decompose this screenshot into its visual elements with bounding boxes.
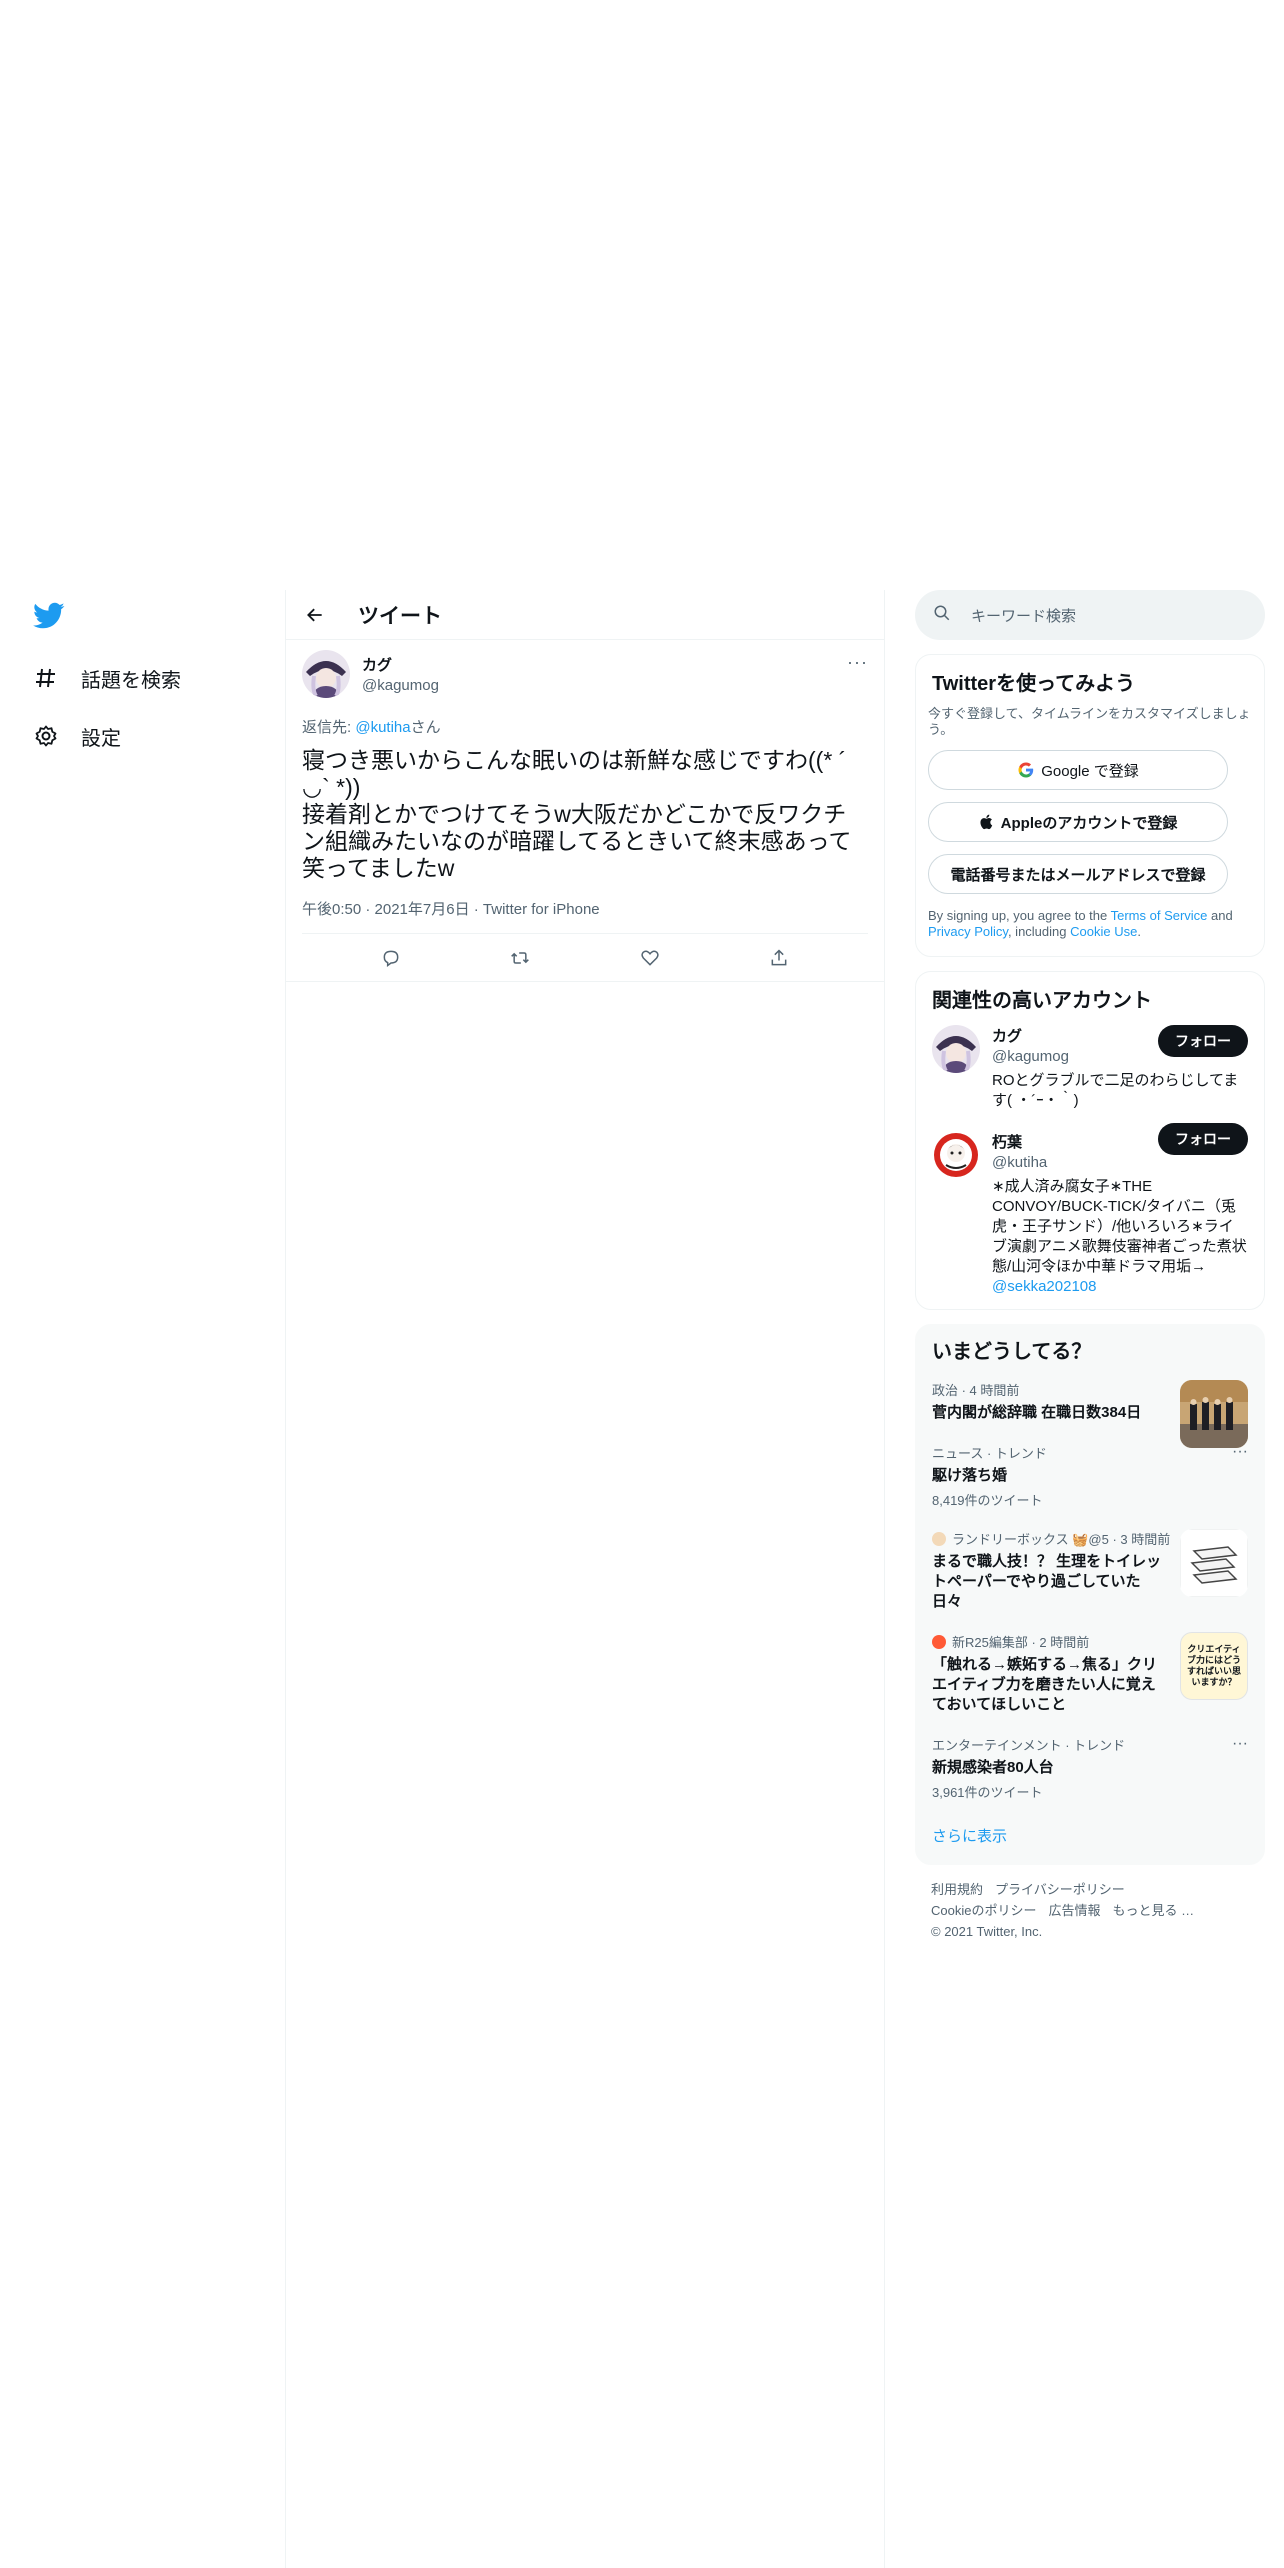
- tweet-actions: [286, 934, 884, 982]
- nav-explore-label: 話題を検索: [81, 669, 181, 692]
- footer-privacy-link[interactable]: プライバシーポリシー: [995, 1882, 1125, 1897]
- account-bio: ROとグラブルで二足のわらじしてます( ・´ｰ・｀): [992, 1072, 1239, 1109]
- phone-email-signup-label: 電話番号またはメールアドレスで登録: [950, 866, 1206, 884]
- privacy-link[interactable]: Privacy Policy: [928, 924, 1008, 939]
- retweet-icon[interactable]: [503, 941, 537, 975]
- avatar[interactable]: [302, 650, 350, 698]
- account-item[interactable]: 朽葉 @kutiha ∗成人済み腐女子∗THE CONVOY/BUCK-TICK…: [916, 1111, 1264, 1309]
- author-name: カグ: [362, 657, 393, 674]
- main-header: ツイート: [286, 590, 884, 640]
- more-options-icon[interactable]: ···: [847, 652, 868, 673]
- source-avatar-icon: [932, 1531, 946, 1546]
- account-item[interactable]: カグ @kagumog ROとグラブルで二足のわらじしてます( ・´ｰ・｀) フ…: [916, 1013, 1264, 1111]
- more-options-icon[interactable]: ···: [1232, 1735, 1248, 1753]
- trend-count: 3,961件のツイート: [932, 1785, 1043, 1800]
- google-icon: [1017, 761, 1035, 779]
- footer-terms-link[interactable]: 利用規約: [931, 1882, 983, 1897]
- terms-link[interactable]: Terms of Service: [1111, 908, 1208, 923]
- trend-thumbnail: [1180, 1529, 1248, 1597]
- back-arrow-icon[interactable]: [298, 598, 332, 632]
- related-title: 関連性の高いアカウント: [932, 990, 1152, 1012]
- account-bio-link[interactable]: @sekka202108: [992, 1278, 1096, 1295]
- page-title: ツイート: [358, 604, 442, 628]
- legal-and: and: [1207, 908, 1233, 923]
- signup-title: Twitterを使ってみよう: [932, 673, 1136, 695]
- trend-item[interactable]: ニュース · トレンド 駆け落ち婚 8,419件のツイート ···: [916, 1433, 1264, 1519]
- tweet-timestamp[interactable]: 午後0:50 · 2021年7月6日 · Twitter for iPhone: [302, 898, 868, 934]
- avatar[interactable]: [932, 1131, 980, 1179]
- footer-copyright: © 2021 Twitter, Inc.: [931, 1924, 1043, 1939]
- legal-including: , including: [1007, 924, 1071, 939]
- cookie-link[interactable]: Cookie Use: [1070, 924, 1137, 939]
- account-bio-text: ∗成人済み腐女子∗THE CONVOY/BUCK-TICK/タイバニ（兎虎・王子…: [992, 1178, 1247, 1275]
- trend-item[interactable]: 新R25編集部 · 2 時間前 「触れる→嫉妬する→焦る」クリエイティブ力を磨き…: [916, 1622, 1264, 1725]
- legal-prefix: By signing up, you agree to the: [928, 908, 1111, 923]
- footer-more-link[interactable]: もっと見る …: [1112, 1903, 1194, 1918]
- nav-settings-label: 設定: [81, 727, 121, 750]
- gear-icon: [33, 723, 59, 749]
- source-avatar-icon: [932, 1634, 946, 1649]
- main-column: ツイート カグ @kagumog ··· 返信先: @kutihaさん 寝つき悪…: [285, 590, 885, 2568]
- follow-button[interactable]: フォロー: [1158, 1123, 1248, 1155]
- trends-title: いまどうしてる？: [932, 1341, 1092, 1363]
- reply-prefix: 返信先:: [302, 719, 356, 736]
- follow-button[interactable]: フォロー: [1158, 1025, 1248, 1057]
- like-icon[interactable]: [633, 941, 667, 975]
- related-accounts-card: 関連性の高いアカウント カグ @kagumog ROとグラブルで二足のわらじして…: [915, 971, 1265, 1310]
- avatar[interactable]: [932, 1025, 980, 1073]
- trends-card: いまどうしてる？ 政治 · 4 時間前 菅内閣が総辞職 在職日数384日 ニュー…: [915, 1324, 1265, 1865]
- trend-context: エンターテインメント · トレンド: [932, 1738, 1126, 1753]
- signup-legal: By signing up, you agree to the Terms of…: [916, 894, 1264, 956]
- trend-thumbnail-text: クリエイティブ力にはどうすればいい思いますか？: [1186, 1644, 1241, 1687]
- apple-signup-label: Appleのアカウントで登録: [1000, 814, 1178, 832]
- nav-explore[interactable]: 話題を検索: [33, 658, 181, 698]
- account-handle: @kutiha: [992, 1154, 1048, 1171]
- more-options-icon[interactable]: ···: [1232, 1443, 1248, 1461]
- footer: 利用規約 プライバシーポリシー Cookieのポリシー 広告情報 もっと見る … © …: [915, 1865, 1265, 1956]
- footer-cookie-link[interactable]: Cookieのポリシー: [931, 1903, 1036, 1918]
- google-signup-label: Google で登録: [1041, 762, 1139, 780]
- reply-icon[interactable]: [374, 941, 408, 975]
- apple-signup-button[interactable]: Appleのアカウントで登録: [928, 802, 1228, 842]
- search-input[interactable]: キーワード検索: [915, 590, 1265, 640]
- trend-count: 8,419件のツイート: [932, 1493, 1043, 1508]
- account-bio: ∗成人済み腐女子∗THE CONVOY/BUCK-TICK/タイバニ（兎虎・王子…: [992, 1177, 1248, 1297]
- hashtag-icon: [33, 665, 59, 691]
- search-placeholder: キーワード検索: [971, 607, 1077, 625]
- apple-icon: [979, 813, 995, 831]
- trend-title: 駆け落ち婚: [932, 1467, 1008, 1484]
- trend-context-text: 新R25編集部 · 2 時間前: [952, 1635, 1090, 1650]
- search-icon: [933, 604, 951, 627]
- trend-context-text: ランドリーボックス 🧺@5 · 3 時間前: [952, 1532, 1171, 1547]
- legal-end: .: [1137, 924, 1141, 939]
- nav-settings[interactable]: 設定: [33, 716, 121, 756]
- author-handle: @kagumog: [362, 677, 439, 694]
- twitter-logo-icon[interactable]: [33, 602, 65, 630]
- tweet: カグ @kagumog ··· 返信先: @kutihaさん 寝つき悪いからこん…: [286, 640, 884, 982]
- trend-item[interactable]: 政治 · 4 時間前 菅内閣が総辞職 在職日数384日: [916, 1370, 1264, 1448]
- trend-item[interactable]: ランドリーボックス 🧺@5 · 3 時間前 まるで職人技！？ 生理をトイレットペ…: [916, 1519, 1264, 1622]
- sidebar-right: キーワード検索 Twitterを使ってみよう 今すぐ登録して、タイムラインをカス…: [915, 590, 1265, 1956]
- trend-thumbnail: クリエイティブ力にはどうすればいい思いますか？: [1180, 1632, 1248, 1700]
- reply-to: 返信先: @kutihaさん: [302, 716, 868, 737]
- trend-context: ニュース · トレンド: [932, 1446, 1047, 1461]
- phone-email-signup-button[interactable]: 電話番号またはメールアドレスで登録: [928, 854, 1228, 894]
- reply-mention-link[interactable]: @kutiha: [355, 719, 410, 736]
- trend-item[interactable]: エンターテインメント · トレンド 新規感染者80人台 3,961件のツイート …: [916, 1725, 1264, 1811]
- signup-card: Twitterを使ってみよう 今すぐ登録して、タイムラインをカスタマイズしましょ…: [915, 654, 1265, 957]
- share-icon[interactable]: [762, 941, 796, 975]
- trend-title: 新規感染者80人台: [932, 1759, 1054, 1776]
- reply-suffix: さん: [410, 719, 441, 736]
- footer-ads-link[interactable]: 広告情報: [1048, 1903, 1100, 1918]
- show-more-link[interactable]: さらに表示: [916, 1811, 1264, 1864]
- tweet-text: 寝つき悪いからこんな眠いのは新鮮な感じですわ((* ´ ◡` *)) 接着剤とか…: [302, 747, 852, 881]
- tweet-author[interactable]: カグ @kagumog: [302, 650, 868, 698]
- google-signup-button[interactable]: Google で登録: [928, 750, 1228, 790]
- signup-subtitle: 今すぐ登録して、タイムラインをカスタマイズしましょう。: [928, 706, 1251, 737]
